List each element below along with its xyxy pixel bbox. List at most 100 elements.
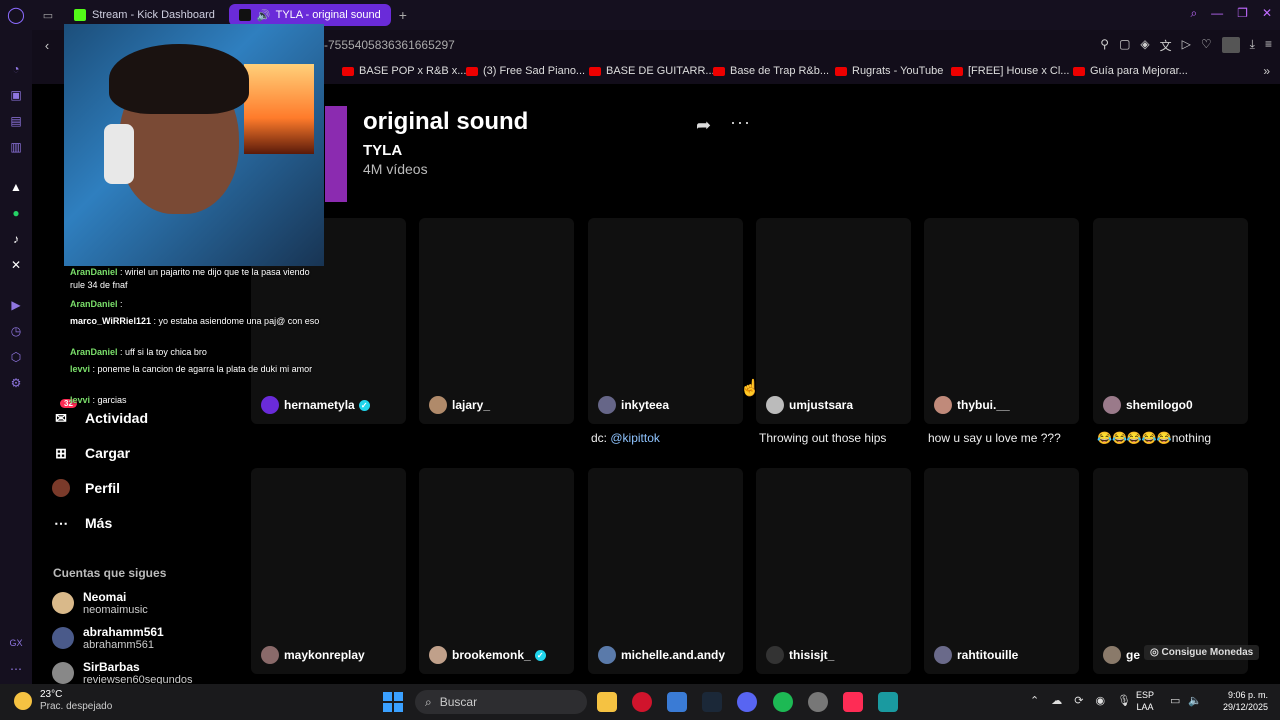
kick-sidebar-icon[interactable]: ▲: [9, 180, 23, 194]
video-author[interactable]: michelle.and.andy: [598, 646, 725, 664]
tab-tyla-original-sound[interactable]: 🔊 TYLA - original sound: [228, 4, 391, 26]
taskbar-search[interactable]: ⌕ Buscar: [415, 690, 587, 714]
video-author[interactable]: maykonreplay: [261, 646, 365, 664]
video-author[interactable]: brookemonk_ ✓: [429, 646, 546, 664]
more-options-icon[interactable]: ···: [730, 112, 751, 133]
windows-start-icon[interactable]: [383, 692, 403, 712]
tiktok-live-icon[interactable]: [843, 692, 863, 712]
chevron-up-icon[interactable]: ⌃: [1030, 694, 1039, 707]
video-author[interactable]: thisisjt_: [766, 646, 834, 664]
play-icon[interactable]: ▷: [1182, 37, 1191, 54]
video-card[interactable]: umjustsara: [756, 218, 911, 424]
following-item[interactable]: Neomai neomaimusic: [52, 590, 148, 617]
video-author[interactable]: umjustsara: [766, 396, 853, 414]
nav-perfil[interactable]: Perfil: [52, 479, 120, 497]
mention-link[interactable]: @kipittok: [610, 431, 660, 445]
video-card[interactable]: thybui.__: [924, 218, 1079, 424]
gpu-icon[interactable]: ◉: [1095, 694, 1105, 707]
shield-icon[interactable]: ◈: [1140, 37, 1149, 54]
video-card[interactable]: rahtitouille: [924, 468, 1079, 674]
following-item[interactable]: SirBarbas reviewsen60segundos: [52, 660, 192, 687]
video-author[interactable]: lajary_: [429, 396, 490, 414]
screenshot-icon[interactable]: ▢: [1119, 37, 1130, 54]
pin-icon[interactable]: ⚲: [1100, 37, 1109, 54]
video-author[interactable]: shemilogo0: [1103, 396, 1193, 414]
nav-mas[interactable]: ⋯ Más: [52, 514, 112, 532]
avatar: [934, 646, 952, 664]
sync-icon[interactable]: ⟳: [1074, 694, 1083, 707]
bookmark-item[interactable]: BASE DE GUITARR...: [589, 65, 715, 77]
gx-icon[interactable]: GX: [9, 636, 23, 650]
store-icon[interactable]: [667, 692, 687, 712]
language-indicator[interactable]: ESP LAA: [1136, 689, 1154, 713]
opera-gx-icon[interactable]: [632, 692, 652, 712]
spotify-icon[interactable]: [773, 692, 793, 712]
restore-icon[interactable]: ❐: [1237, 6, 1248, 21]
video-card[interactable]: shemilogo0: [1093, 218, 1248, 424]
steam-icon[interactable]: [702, 692, 722, 712]
video-author[interactable]: thybui.__: [934, 396, 1010, 414]
bookmark-item[interactable]: Guía para Mejorar...: [1073, 65, 1188, 77]
search-icon[interactable]: ⌕: [1190, 6, 1197, 21]
onedrive-icon[interactable]: ☁: [1051, 694, 1062, 707]
video-card[interactable]: thisisjt_: [756, 468, 911, 674]
menu-icon[interactable]: ≡: [1265, 37, 1272, 54]
video-card[interactable]: michelle.and.andy: [588, 468, 743, 674]
close-icon[interactable]: ✕: [1262, 6, 1272, 21]
video-card[interactable]: maykonreplay: [251, 468, 406, 674]
video-card[interactable]: brookemonk_ ✓: [419, 468, 574, 674]
whatsapp-icon[interactable]: ●: [9, 206, 23, 220]
bookmarks-overflow-icon[interactable]: »: [1263, 64, 1270, 78]
opera-logo-icon[interactable]: ◯: [0, 0, 32, 30]
share-icon[interactable]: ➦: [696, 115, 711, 136]
volume-icon[interactable]: 🔈: [1188, 694, 1202, 707]
player-icon[interactable]: ▶: [9, 298, 23, 312]
settings-icon[interactable]: ⚙: [9, 376, 23, 390]
author-name: lajary_: [452, 398, 491, 412]
aria-icon[interactable]: ◔: [9, 62, 23, 76]
download-icon[interactable]: ⤓: [1250, 37, 1255, 54]
display-icon[interactable]: ▭: [1170, 694, 1180, 707]
video-author[interactable]: ge: [1103, 646, 1140, 664]
heart-icon[interactable]: ♡: [1201, 37, 1212, 54]
video-card[interactable]: inkyteea: [588, 218, 743, 424]
file-explorer-icon[interactable]: [597, 692, 617, 712]
video-card[interactable]: lajary_: [419, 218, 574, 424]
extensions-icon[interactable]: ⬡: [9, 350, 23, 364]
bookmark-item[interactable]: Base de Trap R&b...: [713, 65, 829, 77]
obs-icon[interactable]: [808, 692, 828, 712]
back-arrow-icon[interactable]: ‹: [32, 38, 62, 53]
profile-avatar-icon[interactable]: [1221, 37, 1240, 53]
messenger-icon[interactable]: ▥: [9, 140, 23, 154]
clock[interactable]: 9:06 p. m. 29/12/2025: [1212, 689, 1268, 713]
tab-list-icon[interactable]: ▭: [32, 9, 64, 22]
tiktok-sidebar-icon[interactable]: ♪: [9, 232, 23, 246]
video-author[interactable]: inkyteea: [598, 396, 669, 414]
new-tab-button[interactable]: +: [399, 7, 407, 23]
bookmark-item[interactable]: Rugrats - YouTube: [835, 65, 943, 77]
discord-icon[interactable]: [737, 692, 757, 712]
pinboard-icon[interactable]: ▤: [9, 114, 23, 128]
nav-cargar[interactable]: ⊞ Cargar: [52, 444, 130, 462]
get-coins-button[interactable]: ◎ Consigue Monedas: [1144, 645, 1260, 660]
microphone-icon[interactable]: 🎙: [1117, 694, 1131, 707]
bookmark-item[interactable]: [FREE] House x Cl...: [951, 65, 1069, 77]
url-field[interactable]: -7555405836361665297: [324, 38, 455, 52]
video-author[interactable]: rahtitouille: [934, 646, 1018, 664]
bookmark-item[interactable]: BASE POP x R&B x...: [342, 65, 466, 77]
capcut-icon[interactable]: [878, 692, 898, 712]
chat-text: : poneme la cancion de agarra la plata d…: [92, 364, 313, 374]
nav-actividad[interactable]: ✉ 32 Actividad: [52, 399, 148, 427]
workspace-icon[interactable]: ▣: [9, 88, 23, 102]
video-card[interactable]: ge: [1093, 468, 1248, 674]
weather-widget[interactable]: 23°C Prac. despejado: [14, 689, 112, 713]
sound-artist[interactable]: TYLA: [363, 142, 402, 159]
x-icon[interactable]: ✕: [9, 258, 23, 272]
more-icon[interactable]: ⋯: [9, 662, 23, 676]
tab-kick-dashboard[interactable]: Stream - Kick Dashboard: [64, 4, 225, 26]
history-icon[interactable]: ◷: [9, 324, 23, 338]
translate-icon[interactable]: 文: [1160, 37, 1172, 54]
bookmark-item[interactable]: (3) Free Sad Piano...: [466, 65, 585, 77]
minimize-icon[interactable]: —: [1211, 6, 1223, 21]
following-item[interactable]: abrahamm561 abrahamm561: [52, 625, 164, 652]
